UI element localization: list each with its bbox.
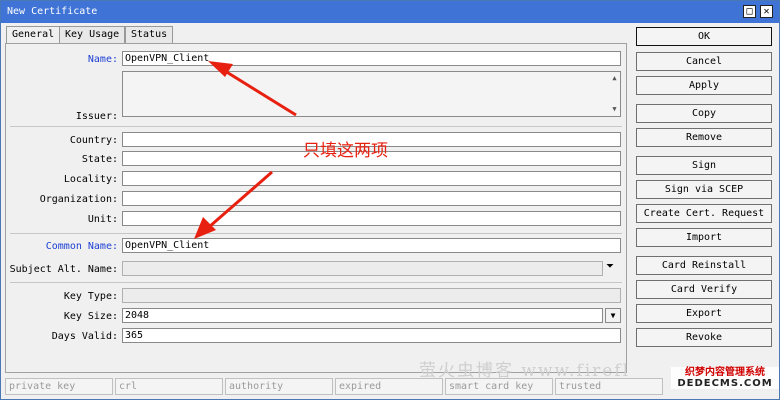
arrow-line [224, 69, 297, 117]
arrow-head [194, 217, 216, 239]
arrow-to-name [208, 61, 297, 117]
annotation-arrows [194, 61, 297, 239]
arrow-line [208, 170, 273, 229]
arrow-to-common-name [194, 170, 273, 239]
certificate-window: New Certificate □ ✕ General Key Usage St… [0, 0, 780, 400]
